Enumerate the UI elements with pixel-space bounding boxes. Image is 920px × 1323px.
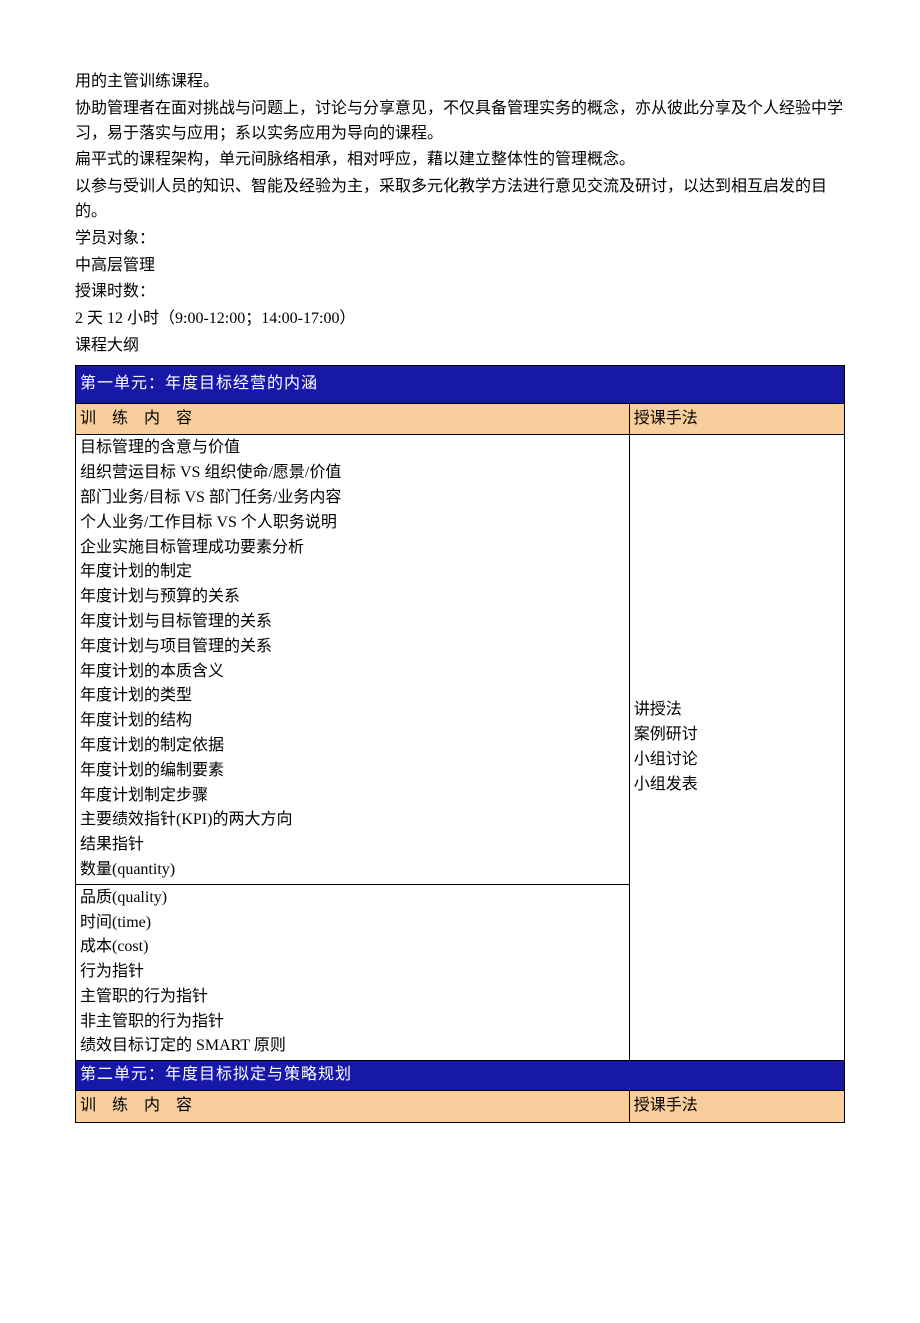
content-line: 企业实施目标管理成功要素分析 (80, 536, 625, 561)
content-line: 行为指针 (80, 960, 625, 985)
content-line: 主管职的行为指针 (80, 985, 625, 1010)
content-line: 时间(time) (80, 911, 625, 936)
content-line: 组织营运目标 VS 组织使命/愿景/价值 (80, 461, 625, 486)
content-line: 目标管理的含意与价值 (80, 436, 625, 461)
unit2-title: 第二单元：年度目标拟定与策略规划 (76, 1061, 845, 1091)
hours-label: 授课时数： (75, 280, 845, 305)
unit1-content-a: 目标管理的含意与价值 组织营运目标 VS 组织使命/愿景/价值 部门业务/目标 … (76, 435, 630, 884)
col-header-content: 训 练 内 容 (76, 403, 630, 435)
method-line: 讲授法 (634, 698, 840, 723)
content-line: 年度计划的制定 (80, 560, 625, 585)
content-line: 非主管职的行为指针 (80, 1010, 625, 1035)
col-header-content-2: 训 练 内 容 (76, 1091, 630, 1123)
intro-line-1: 用的主管训练课程。 (75, 70, 845, 95)
content-line: 成本(cost) (80, 935, 625, 960)
content-line: 数量(quantity) (80, 858, 625, 883)
content-line: 部门业务/目标 VS 部门任务/业务内容 (80, 486, 625, 511)
col-header-method: 授课手法 (629, 403, 844, 435)
intro-line-4: 以参与受训人员的知识、智能及经验为主，采取多元化教学方法进行意见交流及研讨，以达… (75, 175, 845, 225)
content-line: 年度计划制定步骤 (80, 784, 625, 809)
unit1-title: 第一单元：年度目标经营的内涵 (76, 365, 845, 403)
unit1-content-b: 品质(quality) 时间(time) 成本(cost) 行为指针 主管职的行… (76, 884, 630, 1061)
content-line: 年度计划的结构 (80, 709, 625, 734)
content-line: 主要绩效指针(KPI)的两大方向 (80, 808, 625, 833)
content-line: 年度计划的类型 (80, 684, 625, 709)
content-line: 年度计划的制定依据 (80, 734, 625, 759)
audience-label: 学员对象： (75, 227, 845, 252)
content-line: 年度计划的本质含义 (80, 660, 625, 685)
content-line: 绩效目标订定的 SMART 原则 (80, 1034, 625, 1059)
intro-line-3: 扁平式的课程架构，单元间脉络相承，相对呼应，藉以建立整体性的管理概念。 (75, 148, 845, 173)
outline-label: 课程大纲 (75, 334, 845, 359)
content-line: 年度计划与目标管理的关系 (80, 610, 625, 635)
content-line: 个人业务/工作目标 VS 个人职务说明 (80, 511, 625, 536)
content-line: 年度计划与项目管理的关系 (80, 635, 625, 660)
hours-value: 2 天 12 小时（9:00-12:00；14:00-17:00） (75, 307, 845, 332)
col-header-method-2: 授课手法 (629, 1091, 844, 1123)
method-line: 小组讨论 (634, 748, 840, 773)
method-line: 案例研讨 (634, 723, 840, 748)
content-line: 品质(quality) (80, 886, 625, 911)
content-line: 结果指针 (80, 833, 625, 858)
col-header-content-text: 训 练 内 容 (80, 410, 192, 427)
course-outline-table: 第一单元：年度目标经营的内涵 训 练 内 容 授课手法 目标管理的含意与价值 组… (75, 365, 845, 1123)
col-header-content-text-2: 训 练 内 容 (80, 1097, 192, 1114)
method-line: 小组发表 (634, 773, 840, 798)
unit1-methods: 讲授法 案例研讨 小组讨论 小组发表 (629, 435, 844, 1061)
intro-block: 用的主管训练课程。 协助管理者在面对挑战与问题上，讨论与分享意见，不仅具备管理实… (75, 70, 845, 359)
audience-value: 中高层管理 (75, 254, 845, 279)
content-line: 年度计划与预算的关系 (80, 585, 625, 610)
intro-line-2: 协助管理者在面对挑战与问题上，讨论与分享意见，不仅具备管理实务的概念，亦从彼此分… (75, 97, 845, 147)
content-line: 年度计划的编制要素 (80, 759, 625, 784)
